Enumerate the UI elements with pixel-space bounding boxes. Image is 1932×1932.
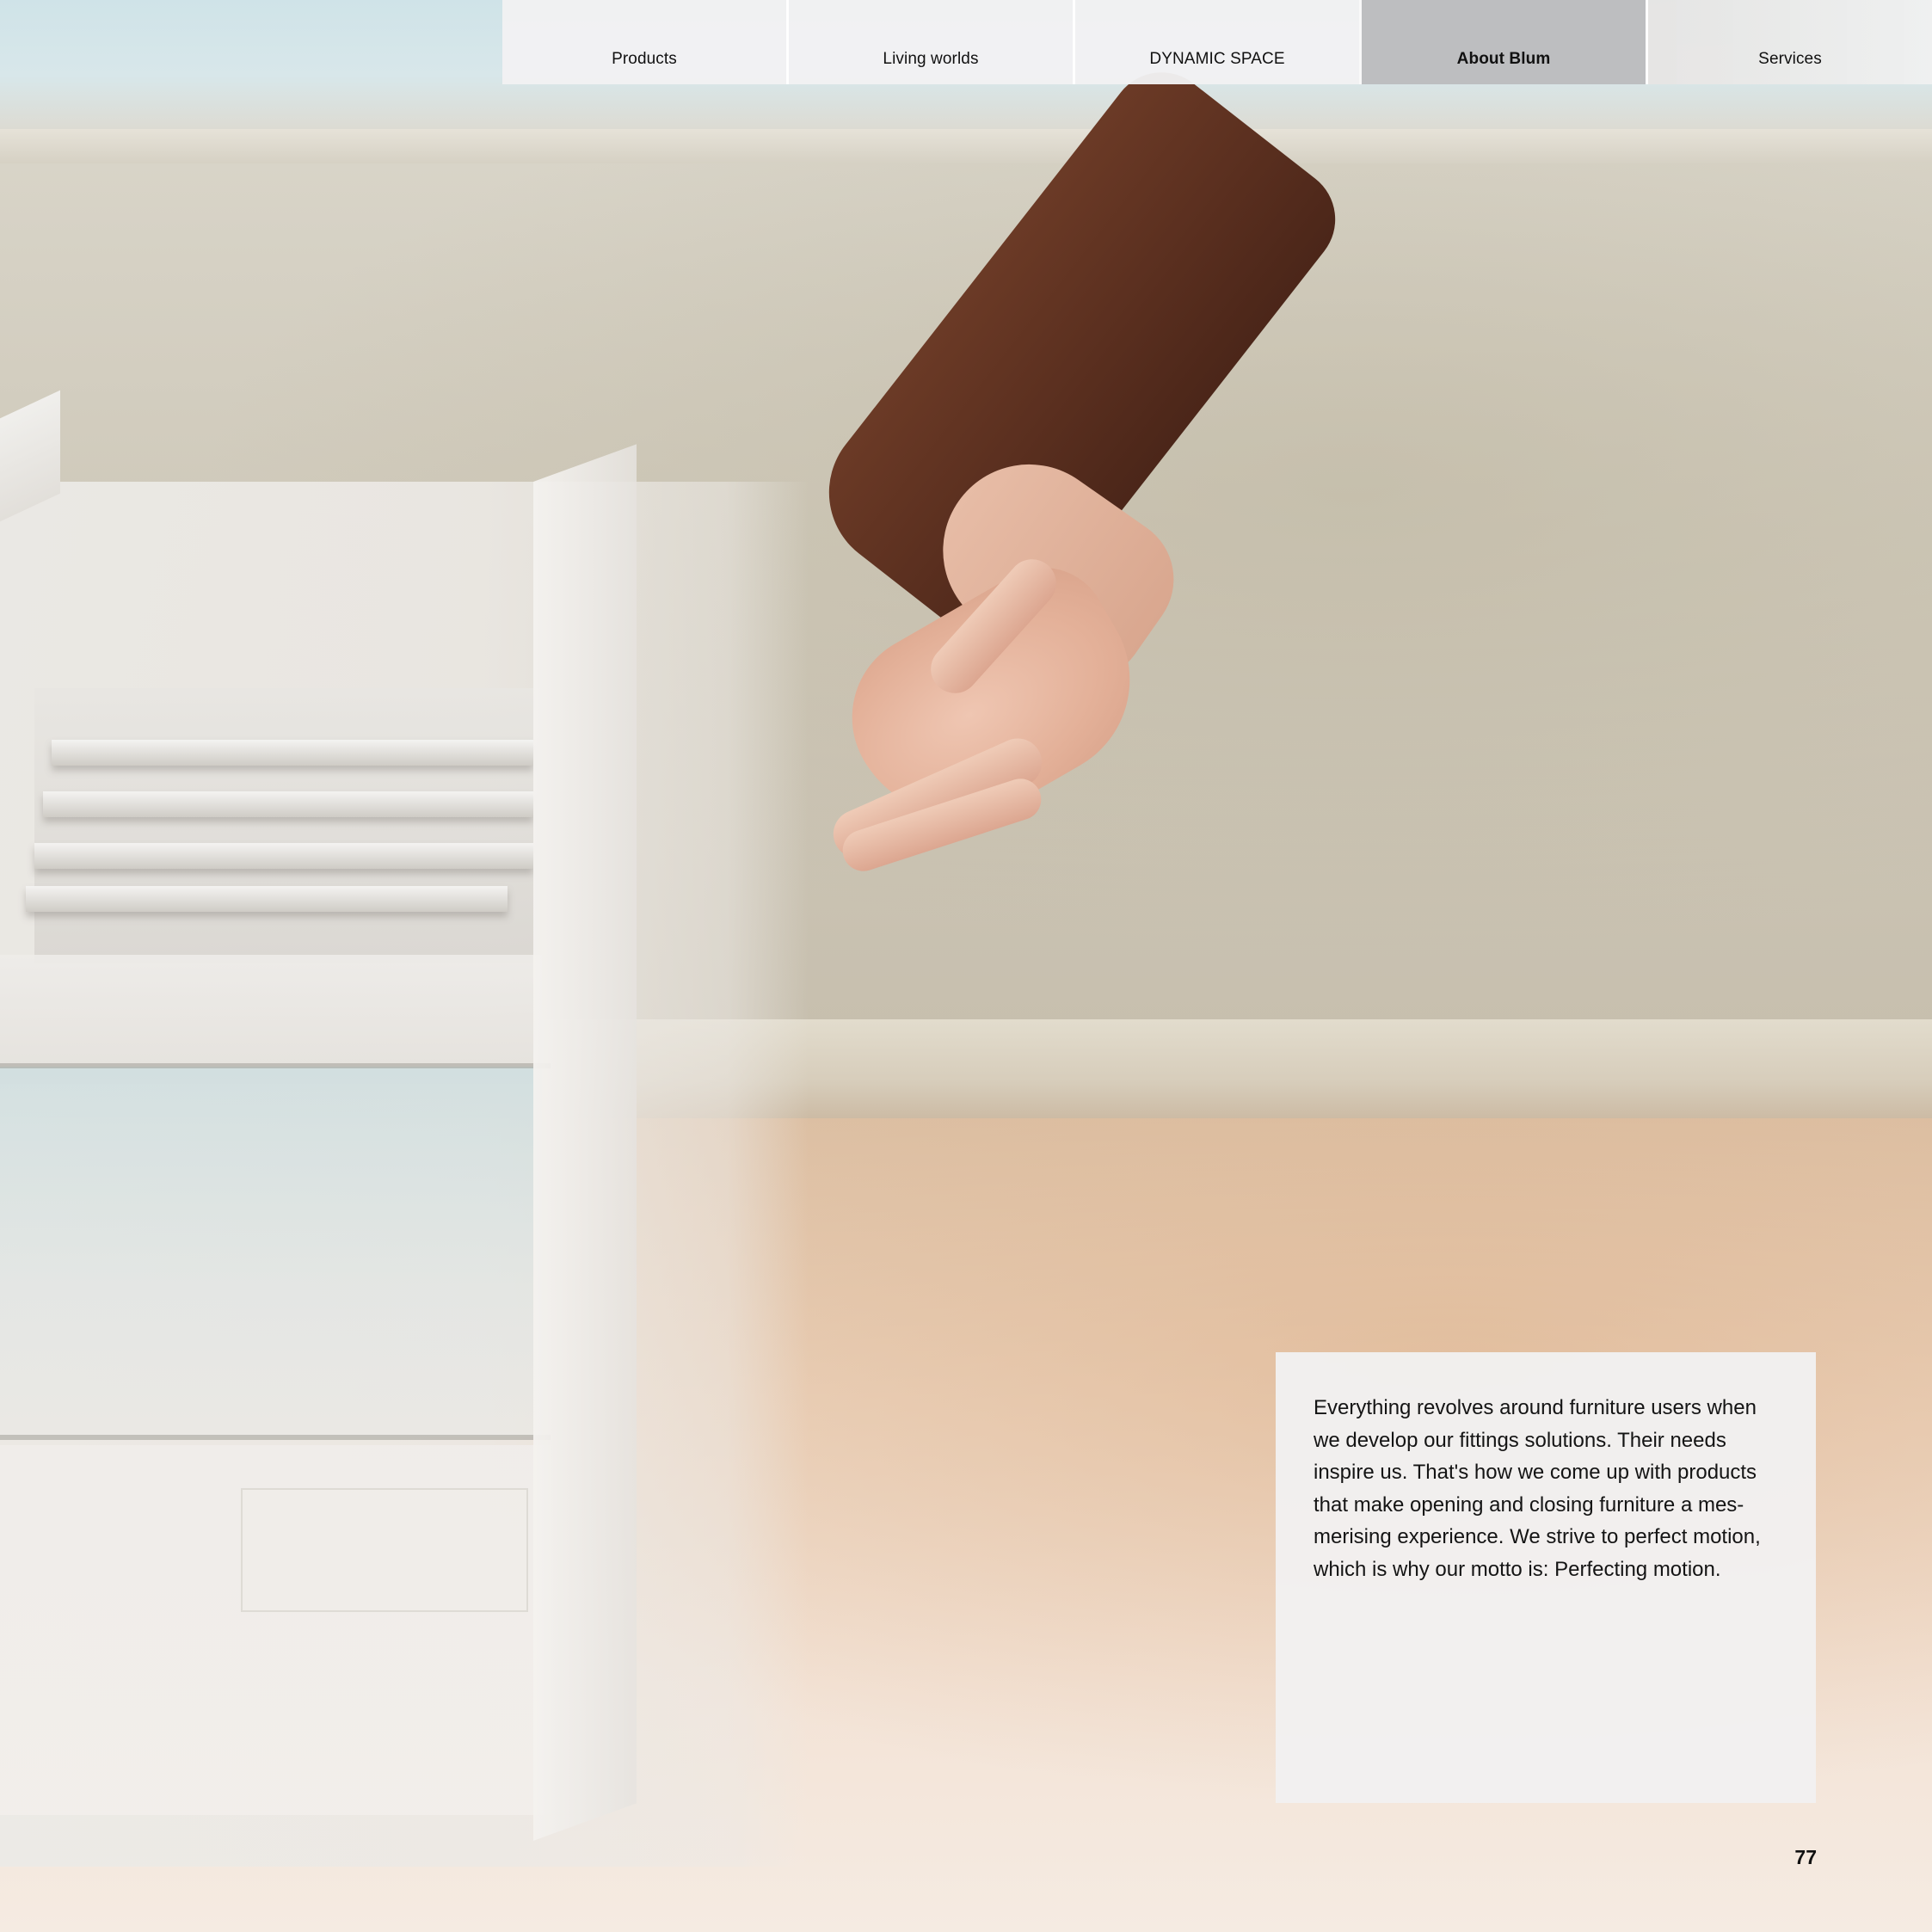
top-navigation: Products Living worlds DYNAMIC SPACE Abo… <box>502 0 1932 84</box>
tab-living-worlds[interactable]: Living worlds <box>786 0 1073 84</box>
drawer-recess <box>241 1488 528 1612</box>
drawer-divider <box>26 886 508 912</box>
page-number: 77 <box>1794 1846 1817 1868</box>
tab-label: Products <box>612 50 677 68</box>
tab-label: About Blum <box>1456 50 1551 68</box>
tab-label: Living worlds <box>883 50 979 68</box>
text-card: Everything revolves around furniture use… <box>1276 1352 1816 1803</box>
cabinet-side-panel <box>533 444 637 1842</box>
tab-services[interactable]: Services <box>1646 0 1932 84</box>
tab-dynamic-space[interactable]: DYNAMIC SPACE <box>1073 0 1359 84</box>
tab-about-blum[interactable]: About Blum <box>1359 0 1646 84</box>
wall-ledge <box>0 129 1932 163</box>
drawer-divider <box>52 740 533 766</box>
drawer-edge-line <box>0 1063 551 1068</box>
tab-products[interactable]: Products <box>502 0 786 84</box>
inner-drawer <box>34 688 542 963</box>
drawer-edge-line <box>0 1435 551 1440</box>
tab-label: DYNAMIC SPACE <box>1149 50 1285 68</box>
drawer-glass-side <box>0 1067 542 1437</box>
drawer-divider <box>34 843 533 869</box>
body-text: Everything revolves around furniture use… <box>1314 1396 1761 1581</box>
tab-label: Services <box>1758 50 1822 68</box>
drawer-divider <box>43 791 533 817</box>
